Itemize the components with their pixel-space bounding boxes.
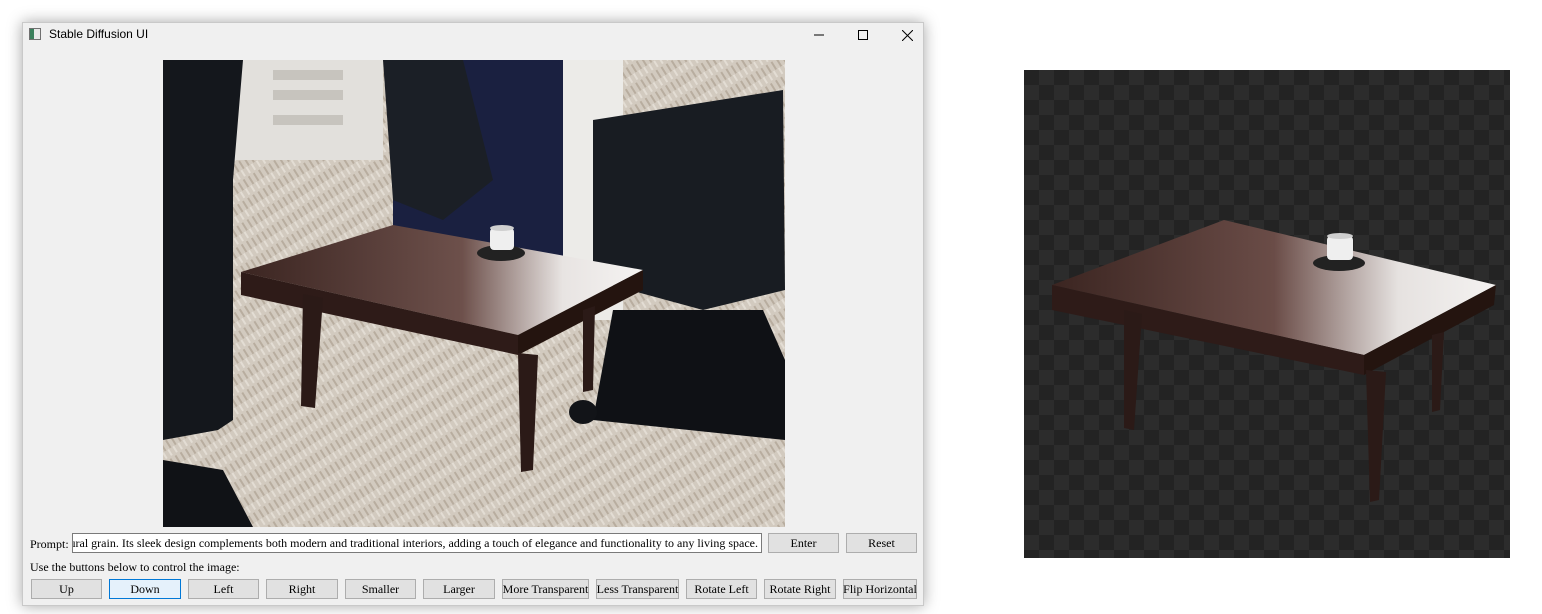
enter-button[interactable]: Enter	[768, 533, 839, 553]
more-transparent-button[interactable]: More Transparent	[502, 579, 589, 599]
up-button[interactable]: Up	[31, 579, 102, 599]
maximize-icon	[858, 30, 868, 40]
controls-hint: Use the buttons below to control the ima…	[30, 560, 240, 574]
app-icon	[29, 28, 41, 40]
prompt-input-text: ng its natural grain. Its sleek design c…	[72, 536, 758, 550]
minimize-button[interactable]	[797, 23, 841, 47]
larger-button[interactable]: Larger	[423, 579, 495, 599]
close-button[interactable]	[885, 23, 929, 47]
reset-button[interactable]: Reset	[846, 533, 917, 553]
down-button[interactable]: Down	[109, 579, 181, 599]
office-scene-image	[163, 60, 785, 527]
window-title: Stable Diffusion UI	[49, 27, 149, 41]
maximize-button[interactable]	[841, 23, 885, 47]
close-icon	[901, 29, 913, 41]
prompt-input[interactable]: ng its natural grain. Its sleek design c…	[72, 533, 762, 553]
smaller-button[interactable]: Smaller	[345, 579, 416, 599]
transparent-cutout-preview	[1024, 70, 1510, 558]
prompt-label: Prompt:	[30, 537, 69, 551]
table-cutout-image	[1052, 220, 1496, 502]
flip-horizontal-button[interactable]: Flip Horizontal	[843, 579, 917, 599]
left-button[interactable]: Left	[188, 579, 259, 599]
rotate-right-button[interactable]: Rotate Right	[764, 579, 836, 599]
title-bar: Stable Diffusion UI	[23, 23, 923, 47]
minimize-icon	[814, 34, 824, 36]
right-button[interactable]: Right	[266, 579, 338, 599]
less-transparent-button[interactable]: Less Transparent	[596, 579, 679, 599]
composited-image	[163, 60, 785, 527]
app-window: Stable Diffusion UI Prompt: ng its natur…	[22, 22, 924, 606]
rotate-left-button[interactable]: Rotate Left	[686, 579, 757, 599]
